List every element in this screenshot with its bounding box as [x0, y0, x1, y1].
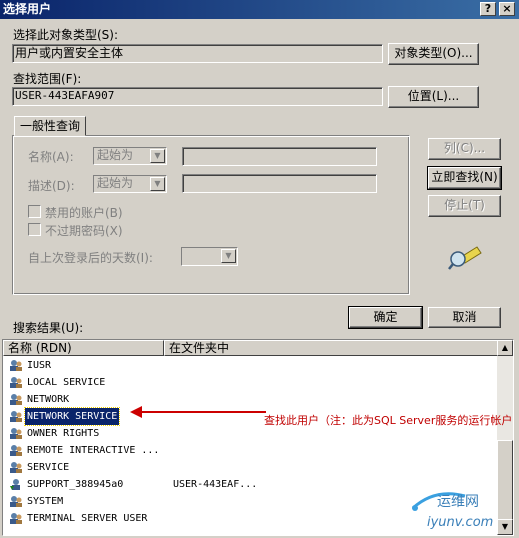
no-expire-password-checkbox[interactable]: [28, 223, 41, 236]
users-icon: [10, 462, 22, 473]
cancel-button[interactable]: 取消: [428, 307, 501, 328]
description-input[interactable]: [182, 174, 377, 193]
columns-button[interactable]: 列(C)...: [428, 138, 501, 160]
location-label: 查找范围(F):: [13, 72, 82, 86]
users-icon: [10, 411, 22, 422]
users-icon: [10, 445, 22, 456]
users-icon: [10, 377, 22, 388]
chevron-down-icon: ▼: [150, 149, 165, 163]
object-types-button[interactable]: 对象类型(O)...: [388, 43, 479, 65]
disabled-accounts-label: 禁用的账户(B): [45, 206, 123, 220]
tab-common-queries[interactable]: 一般性查询: [14, 116, 87, 136]
locations-button[interactable]: 位置(L)...: [388, 86, 479, 108]
row-name: SUPPORT_388945a0: [27, 479, 124, 490]
chevron-down-icon: ▼: [221, 249, 236, 263]
users-icon: [10, 496, 22, 507]
row-name: SERVICE: [27, 462, 70, 473]
days-since-logon-select[interactable]: ▼: [181, 247, 238, 266]
watermark-site: 运维网: [437, 494, 479, 510]
row-folder: USER-443EAF...: [173, 479, 258, 490]
close-button[interactable]: ×: [499, 2, 515, 16]
row-name: NETWORK SERVICE: [23, 407, 121, 426]
annotation-arrow-icon: [130, 406, 266, 418]
row-name: REMOTE INTERACTIVE ...: [27, 445, 160, 456]
users-icon: [10, 428, 22, 439]
find-now-button[interactable]: 立即查找(N): [427, 166, 502, 190]
name-mode-value: 起始为: [97, 148, 134, 162]
row-name: LOCAL SERVICE: [27, 377, 106, 388]
users-icon: [10, 513, 22, 524]
watermark-url: iyunv.com: [427, 515, 493, 530]
object-type-field: 用户或内置安全主体: [12, 44, 383, 63]
chevron-down-icon: ▼: [150, 177, 165, 191]
list-item[interactable]: SERVICE: [5, 459, 495, 476]
location-field: USER-443EAFA907: [12, 87, 383, 106]
list-item[interactable]: REMOTE INTERACTIVE ...: [5, 442, 495, 459]
column-header-folder[interactable]: 在文件夹中: [164, 340, 499, 356]
list-item[interactable]: LOCAL SERVICE: [5, 374, 495, 391]
disabled-accounts-checkbox[interactable]: [28, 205, 41, 218]
name-label: 名称(A):: [28, 150, 74, 164]
users-icon: [10, 360, 22, 371]
row-name: IUSR: [27, 360, 52, 371]
name-input[interactable]: [182, 147, 377, 166]
object-type-label: 选择此对象类型(S):: [13, 28, 119, 42]
row-name: SYSTEM: [27, 496, 64, 507]
window-title: 选择用户: [3, 2, 52, 16]
users-icon: [10, 394, 22, 405]
column-header-name[interactable]: 名称 (RDN): [3, 340, 164, 356]
no-expire-password-label: 不过期密码(X): [45, 224, 123, 238]
annotation-text: 查找此用户（注：此为SQL Server服务的运行帐户: [264, 414, 513, 427]
row-name: OWNER RIGHTS: [27, 428, 100, 439]
row-name: TERMINAL SERVER USER: [27, 513, 148, 524]
scroll-up-icon[interactable]: ▲: [497, 340, 513, 356]
watermark-logo: 运维网 iyunv.com: [405, 486, 515, 532]
name-mode-select[interactable]: 起始为 ▼: [93, 147, 167, 165]
title-bar: 选择用户 ? ×: [0, 0, 519, 19]
list-item[interactable]: IUSR: [5, 357, 495, 374]
description-label: 描述(D):: [28, 179, 75, 193]
days-since-logon-label: 自上次登录后的天数(I):: [28, 251, 153, 265]
list-item[interactable]: OWNER RIGHTS: [5, 425, 495, 442]
watermark-swoosh-icon: 运维网 iyunv.com: [411, 492, 493, 530]
search-results-label: 搜索结果(U):: [13, 321, 84, 335]
user-download-icon: [10, 479, 20, 490]
search-flashlight-icon: [448, 246, 482, 270]
description-mode-value: 起始为: [97, 176, 134, 190]
row-name: NETWORK: [27, 394, 70, 405]
help-button[interactable]: ?: [480, 2, 496, 16]
ok-button[interactable]: 确定: [348, 306, 423, 329]
stop-button[interactable]: 停止(T): [428, 195, 501, 217]
description-mode-select[interactable]: 起始为 ▼: [93, 175, 167, 193]
